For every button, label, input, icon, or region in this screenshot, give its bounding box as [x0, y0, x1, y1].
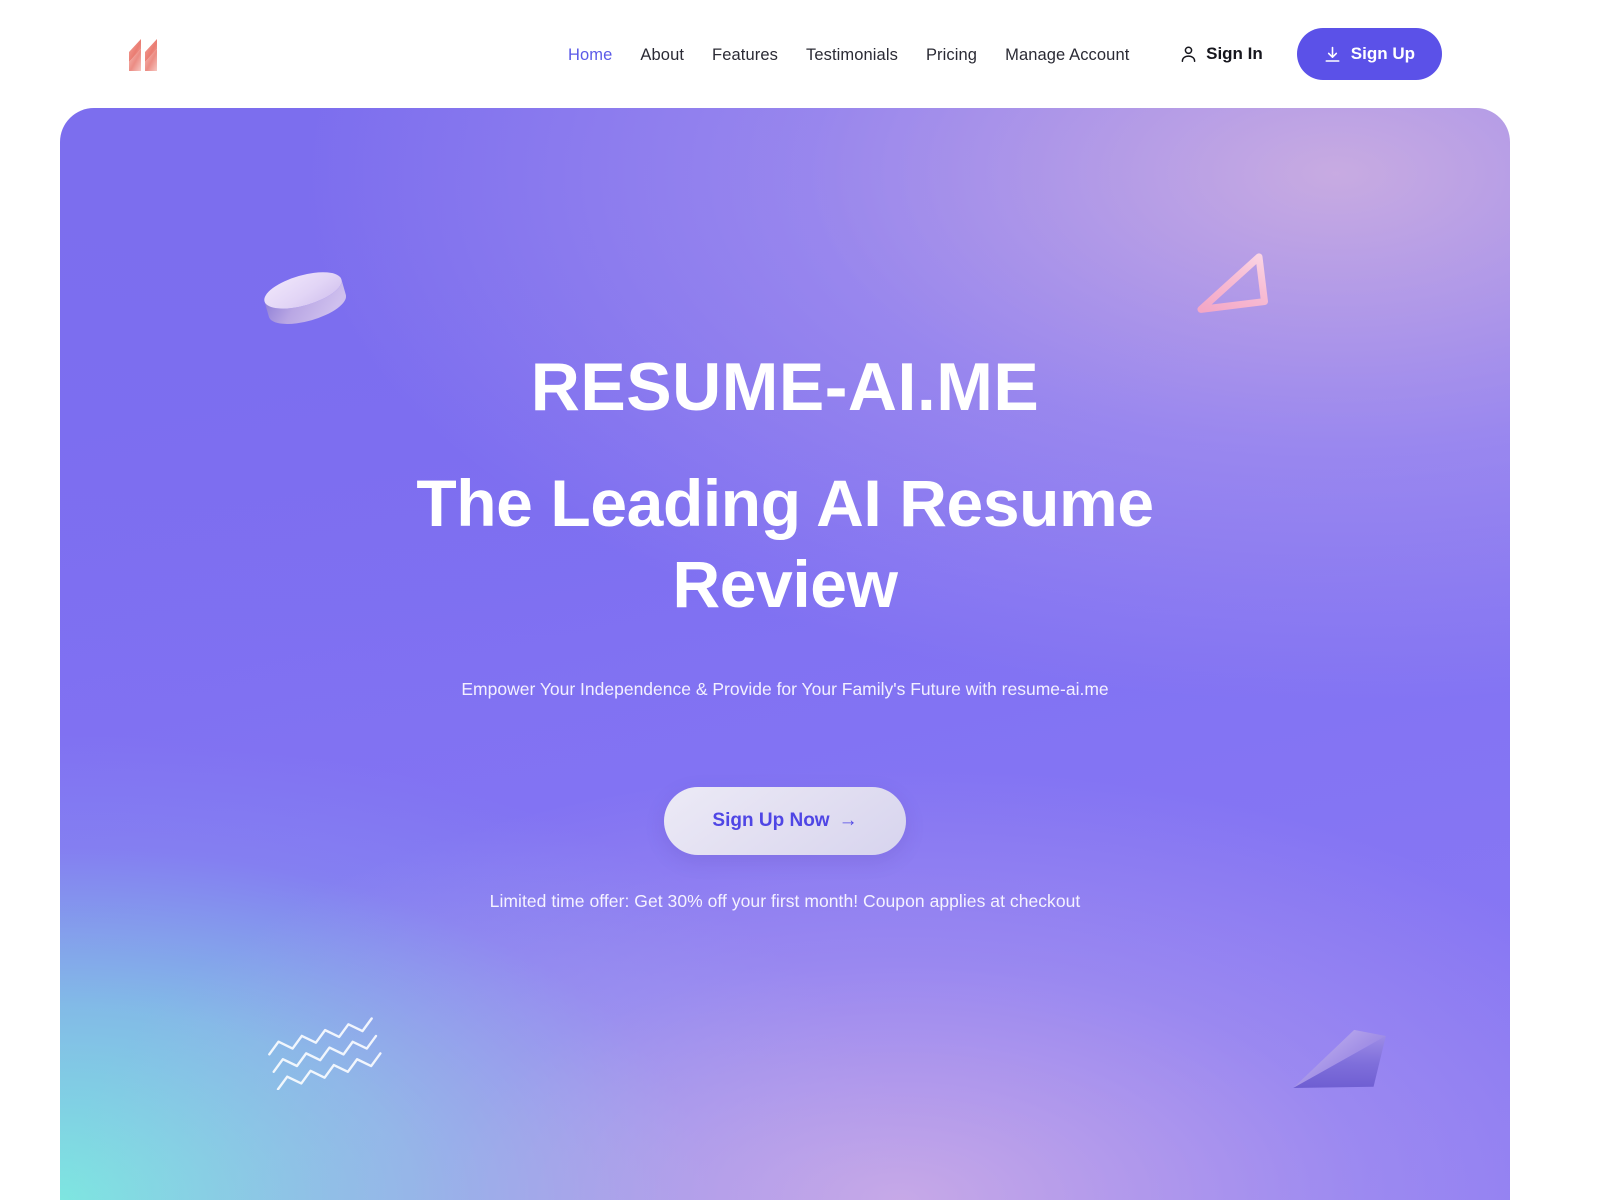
resume-ai-lightning-logo-icon[interactable]	[128, 38, 164, 72]
nav-item-about[interactable]: About	[626, 42, 698, 68]
sign-up-button[interactable]: Sign Up	[1296, 28, 1442, 80]
hero-headline: The Leading AI Resume Review	[416, 466, 1154, 621]
nav-item-manage-account[interactable]: Manage Account	[991, 42, 1143, 68]
nav-item-home[interactable]: Home	[568, 42, 626, 68]
nav-item-testimonials[interactable]: Testimonials	[792, 42, 912, 68]
nav-item-features[interactable]: Features	[698, 42, 792, 68]
hero-section: RESUME-AI.ME The Leading AI Resume Revie…	[60, 108, 1510, 1200]
limited-time-offer-text: Limited time offer: Get 30% off your fir…	[489, 890, 1081, 911]
site-header: Home About Features Testimonials Pricing…	[0, 0, 1600, 108]
sign-up-label: Sign Up	[1350, 44, 1415, 63]
sign-up-now-label: Sign Up Now	[712, 809, 830, 831]
user-icon	[1180, 45, 1197, 63]
nav-item-pricing[interactable]: Pricing	[912, 42, 991, 68]
hero-brand-title: RESUME-AI.ME	[530, 349, 1040, 425]
hero-content: RESUME-AI.ME The Leading AI Resume Revie…	[60, 108, 1510, 1200]
hero-cta-wrapper: Sign Up Now →	[664, 786, 906, 855]
sign-up-now-button[interactable]: Sign Up Now →	[664, 786, 906, 855]
auth-actions: Sign In Sign Up	[1180, 28, 1442, 80]
download-icon	[1324, 46, 1341, 63]
main-navigation: Home About Features Testimonials Pricing…	[568, 42, 1143, 68]
hero-subheadline: Empower Your Independence & Provide for …	[461, 679, 1109, 700]
sign-in-label: Sign In	[1206, 44, 1263, 63]
sign-in-link[interactable]: Sign In	[1180, 44, 1263, 64]
arrow-right-icon: →	[838, 809, 858, 831]
